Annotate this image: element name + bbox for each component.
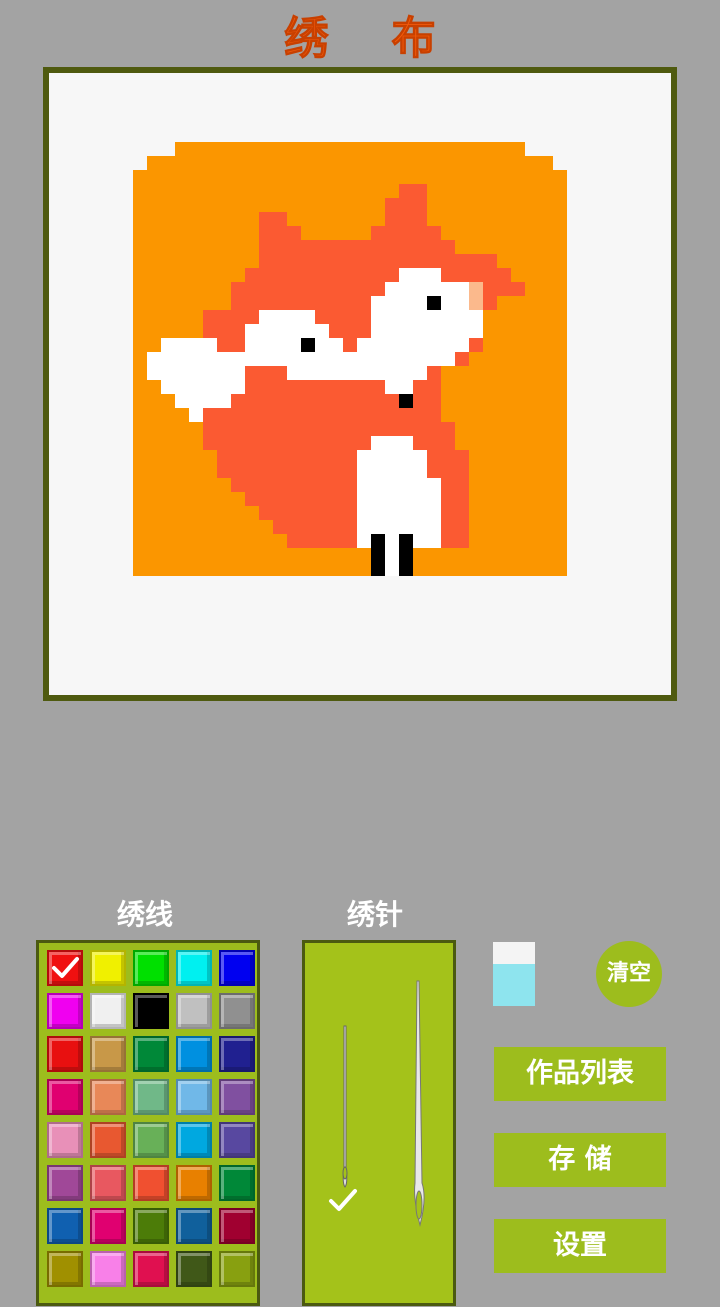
thread-swatch[interactable] — [219, 1036, 255, 1072]
thread-swatch[interactable] — [133, 1251, 169, 1287]
thread-swatch[interactable] — [133, 1165, 169, 1201]
thread-swatch[interactable] — [47, 1079, 83, 1115]
needle-panel — [302, 940, 456, 1306]
thread-swatch[interactable] — [90, 993, 126, 1029]
thread-swatch[interactable] — [219, 1165, 255, 1201]
thread-swatch[interactable] — [90, 950, 126, 986]
thread-swatch[interactable] — [133, 1079, 169, 1115]
thread-swatch[interactable] — [90, 1036, 126, 1072]
thread-label: 绣线 — [117, 898, 174, 931]
thread-swatch[interactable] — [133, 950, 169, 986]
thread-swatch[interactable] — [176, 1165, 212, 1201]
eraser-icon[interactable] — [493, 942, 535, 1006]
clear-button[interactable]: 清空 — [596, 941, 662, 1007]
thread-swatch[interactable] — [47, 950, 83, 986]
needle-large[interactable] — [400, 973, 440, 1233]
thread-swatch[interactable] — [90, 1079, 126, 1115]
thread-swatch[interactable] — [47, 1208, 83, 1244]
thread-swatch[interactable] — [47, 993, 83, 1029]
pixel-artwork — [133, 142, 567, 576]
thread-swatch[interactable] — [133, 1036, 169, 1072]
thread-swatch[interactable] — [219, 1251, 255, 1287]
thread-swatch[interactable] — [219, 993, 255, 1029]
thread-swatch[interactable] — [47, 1251, 83, 1287]
thread-swatch[interactable] — [176, 1208, 212, 1244]
page-title: 绣 布 — [284, 13, 460, 65]
thread-swatch[interactable] — [47, 1165, 83, 1201]
thread-swatch[interactable] — [219, 950, 255, 986]
thread-palette — [36, 940, 260, 1306]
thread-swatch[interactable] — [90, 1165, 126, 1201]
thread-swatch[interactable] — [90, 1208, 126, 1244]
thread-swatch[interactable] — [133, 1208, 169, 1244]
thread-swatch[interactable] — [47, 1036, 83, 1072]
thread-swatch[interactable] — [176, 993, 212, 1029]
thread-swatch[interactable] — [176, 1079, 212, 1115]
thread-swatch[interactable] — [133, 993, 169, 1029]
thread-swatch[interactable] — [133, 1122, 169, 1158]
thread-swatch[interactable] — [219, 1122, 255, 1158]
thread-swatch[interactable] — [176, 1251, 212, 1287]
thread-swatch[interactable] — [176, 1036, 212, 1072]
thread-swatch[interactable] — [90, 1122, 126, 1158]
thread-swatch[interactable] — [47, 1122, 83, 1158]
thread-swatch[interactable] — [90, 1251, 126, 1287]
selected-check-icon — [52, 957, 79, 978]
save-button[interactable]: 存 储 — [494, 1133, 666, 1187]
needle-small[interactable] — [325, 1013, 365, 1213]
thread-swatch[interactable] — [176, 950, 212, 986]
thread-swatch[interactable] — [219, 1208, 255, 1244]
gallery-button[interactable]: 作品列表 — [494, 1047, 666, 1101]
thread-swatch[interactable] — [219, 1079, 255, 1115]
needle-label: 绣针 — [347, 898, 404, 931]
thread-swatch[interactable] — [176, 1122, 212, 1158]
settings-button[interactable]: 设置 — [494, 1219, 666, 1273]
embroidery-canvas[interactable] — [43, 67, 677, 701]
